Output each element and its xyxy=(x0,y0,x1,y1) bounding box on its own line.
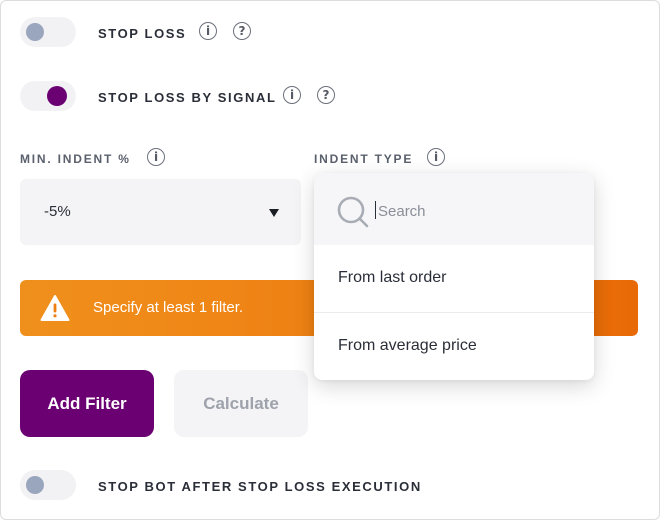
text-cursor xyxy=(375,201,376,219)
stop-bot-label: STOP BOT AFTER STOP LOSS EXECUTION xyxy=(98,479,422,494)
stop-bot-toggle[interactable] xyxy=(20,470,76,500)
option-from-average-price[interactable]: From average price xyxy=(314,313,594,381)
option-from-last-order[interactable]: From last order xyxy=(314,245,594,313)
min-indent-select[interactable]: -5% xyxy=(20,179,301,245)
dropdown-search-area xyxy=(314,173,594,245)
search-input[interactable] xyxy=(376,199,570,223)
option-label: From last order xyxy=(338,269,447,286)
option-label: From average price xyxy=(338,337,477,354)
min-indent-label: MIN. INDENT % xyxy=(20,152,131,166)
info-icon[interactable]: i xyxy=(283,86,301,104)
toggle-knob xyxy=(26,476,44,494)
info-icon[interactable]: i xyxy=(427,148,445,166)
info-icon[interactable]: i xyxy=(147,148,165,166)
toggle-knob xyxy=(47,86,67,106)
warning-message: Specify at least 1 filter. xyxy=(93,299,244,316)
info-icon[interactable]: i xyxy=(199,22,217,40)
stop-loss-by-signal-toggle[interactable] xyxy=(20,81,76,111)
indent-type-dropdown: From last order From average price xyxy=(314,173,594,380)
stop-loss-label: STOP LOSS xyxy=(98,26,187,41)
caret-down-icon xyxy=(269,209,279,217)
toggle-knob xyxy=(26,23,44,41)
search-icon xyxy=(337,196,369,228)
settings-panel: STOP LOSS i ? STOP LOSS BY SIGNAL i ? MI… xyxy=(0,0,660,520)
calculate-button[interactable]: Calculate xyxy=(174,370,308,437)
min-indent-value: -5% xyxy=(44,203,71,220)
warning-icon xyxy=(40,295,70,321)
add-filter-button[interactable]: Add Filter xyxy=(20,370,154,437)
stop-loss-toggle[interactable] xyxy=(20,17,76,47)
help-icon[interactable]: ? xyxy=(317,86,335,104)
help-icon[interactable]: ? xyxy=(233,22,251,40)
indent-type-label: INDENT TYPE xyxy=(314,152,414,166)
stop-loss-by-signal-label: STOP LOSS BY SIGNAL xyxy=(98,90,277,105)
